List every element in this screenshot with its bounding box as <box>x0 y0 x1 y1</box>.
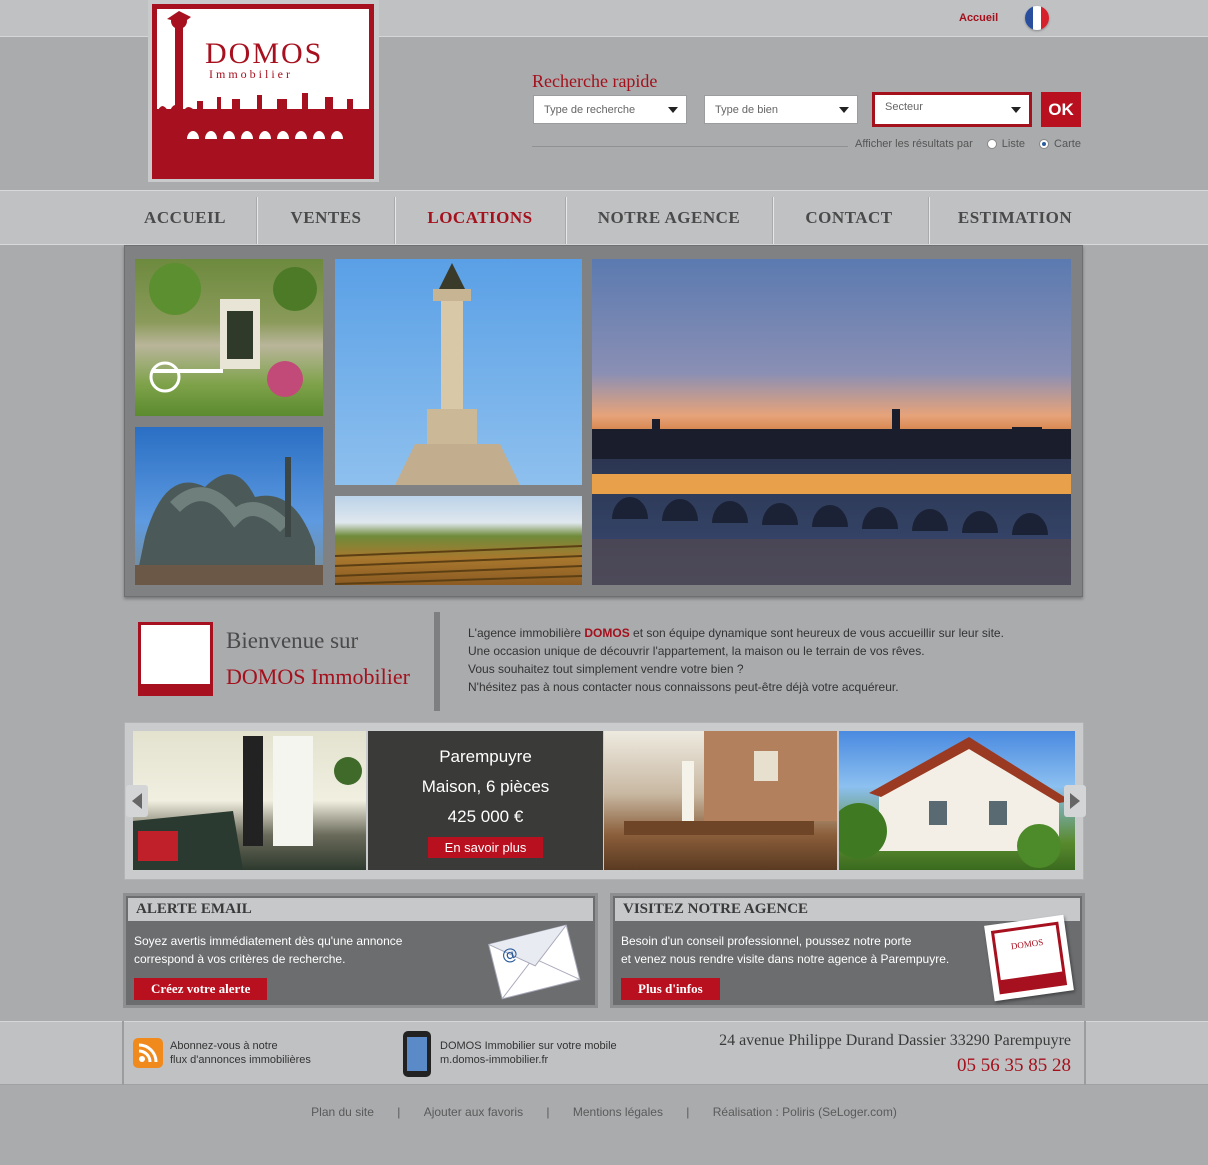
welcome-text-1b: et son équipe dynamique sont heureux de … <box>629 626 1004 640</box>
search-ok-button[interactable]: OK <box>1041 92 1081 127</box>
email-alert-text-1: Soyez avertis immédiatement dès qu'une a… <box>134 934 403 948</box>
welcome-text: L'agence immobilière DOMOS et son équipe… <box>468 624 1004 696</box>
property-type-select[interactable]: Type de bien <box>704 95 858 124</box>
nav-estimation[interactable]: ESTIMATION <box>940 191 1090 244</box>
photo-vineyard <box>335 496 582 585</box>
mobile-url[interactable]: m.domos-immobilier.fr <box>440 1053 617 1067</box>
search-type-select[interactable]: Type de recherche <box>533 95 687 124</box>
welcome-text-1a: L'agence immobilière <box>468 626 585 640</box>
nav-ventes[interactable]: VENTES <box>268 191 384 244</box>
logo-illustration <box>157 11 369 153</box>
visit-agency-text-1: Besoin d'un conseil professionnel, pouss… <box>621 934 912 948</box>
agency-card-icon: DOMOS <box>984 914 1074 1002</box>
email-alert-text: Soyez avertis immédiatement dès qu'une a… <box>134 932 402 968</box>
nav-separator <box>395 197 396 244</box>
listing-info-panel: Parempuyre Maison, 6 pièces 425 000 € En… <box>368 731 603 870</box>
envelope-icon: @ <box>488 924 581 1000</box>
property-type-value: Type de bien <box>715 104 778 116</box>
footer-divider <box>122 1021 124 1085</box>
chevron-right-icon <box>1070 793 1080 809</box>
footer-link-legal[interactable]: Mentions légales <box>573 1105 663 1119</box>
display-options: Afficher les résultats par Liste Carte <box>855 138 1081 150</box>
welcome-text-3: Vous souhaitez tout simplement vendre vo… <box>468 662 744 676</box>
sector-select[interactable]: Secteur <box>872 92 1032 127</box>
nav-separator <box>566 197 567 244</box>
top-home-link[interactable]: Accueil <box>959 12 998 24</box>
welcome-text-4: N'hésitez pas à nous contacter nous conn… <box>468 680 899 694</box>
footer-sep: | <box>546 1105 550 1119</box>
radio-list-label[interactable]: Liste <box>1002 138 1025 150</box>
photo-living-room[interactable] <box>133 731 366 870</box>
radio-map[interactable] <box>1039 139 1050 149</box>
nav-separator <box>773 197 774 244</box>
rss-icon[interactable] <box>133 1038 163 1068</box>
agency-card-text: DOMOS <box>994 924 1063 981</box>
visit-agency-text-2: et venez nous rendre visite dans notre a… <box>621 952 950 966</box>
search-type-value: Type de recherche <box>544 104 636 116</box>
photo-statue <box>135 427 323 585</box>
footer-sep: | <box>397 1105 401 1119</box>
photo-bridge <box>592 259 1071 585</box>
welcome-divider <box>434 612 440 711</box>
display-label: Afficher les résultats par <box>855 138 973 150</box>
welcome-title: Bienvenue sur <box>226 628 359 653</box>
listing-type: Maison, 6 pièces <box>421 777 550 796</box>
visit-agency-box: VISITEZ NOTRE AGENCE Besoin d'un conseil… <box>610 893 1085 1008</box>
radio-map-label[interactable]: Carte <box>1054 138 1081 150</box>
divider <box>532 146 848 147</box>
nav-contact[interactable]: CONTACT <box>783 191 915 244</box>
footer-divider <box>1084 1021 1086 1085</box>
rss-text-2: flux d'annonces immobilières <box>170 1054 311 1066</box>
nav-accueil[interactable]: ACCUEIL <box>130 191 240 244</box>
mobile-text-1: DOMOS Immobilier sur votre mobile <box>440 1040 617 1052</box>
footer-link-sitemap[interactable]: Plan du site <box>311 1105 374 1119</box>
agency-address: 24 avenue Philippe Durand Dassier 33290 … <box>719 1032 1071 1049</box>
visit-agency-text: Besoin d'un conseil professionnel, pouss… <box>621 932 949 968</box>
footer-links: Plan du site | Ajouter aux favoris | Men… <box>0 1105 1208 1119</box>
visit-agency-title: VISITEZ NOTRE AGENCE <box>615 898 1080 921</box>
create-alert-button[interactable]: Créez votre alerte <box>134 978 268 1000</box>
chevron-down-icon <box>1011 107 1021 113</box>
nav-separator <box>257 197 258 244</box>
mobile-phone-icon <box>403 1031 431 1077</box>
nav-notre-agence[interactable]: NOTRE AGENCE <box>576 191 762 244</box>
photo-gallery <box>124 245 1083 597</box>
chevron-left-icon <box>132 793 142 809</box>
carousel-next-button[interactable] <box>1064 785 1086 817</box>
chevron-down-icon <box>839 107 849 113</box>
french-flag-icon[interactable] <box>1025 6 1049 30</box>
mobile-text[interactable]: DOMOS Immobilier sur votre mobile m.domo… <box>440 1039 617 1067</box>
radio-list[interactable] <box>986 139 997 149</box>
sector-value: Secteur <box>885 101 923 113</box>
quick-search-title: Recherche rapide <box>532 71 658 91</box>
carousel-prev-button[interactable] <box>126 785 148 817</box>
more-info-button[interactable]: En savoir plus <box>427 837 544 858</box>
nav-locations[interactable]: LOCATIONS <box>405 191 555 244</box>
photo-dining-room[interactable] <box>604 731 837 870</box>
photo-garden <box>135 259 323 416</box>
nav-separator <box>929 197 930 244</box>
welcome-brand: DOMOS Immobilier <box>226 664 410 689</box>
welcome-logo <box>138 622 213 696</box>
welcome-brand-inline: DOMOS <box>584 626 630 640</box>
footer-link-credits[interactable]: Réalisation : Poliris (SeLoger.com) <box>713 1105 897 1119</box>
listing-city: Parempuyre <box>439 747 532 766</box>
agency-phone: 05 56 35 85 28 <box>957 1055 1071 1076</box>
site-logo[interactable]: DOMOS Immobilier <box>148 0 379 182</box>
photo-column <box>335 259 582 485</box>
email-alert-box: ALERTE EMAIL Soyez avertis immédiatement… <box>123 893 598 1008</box>
email-alert-text-2: correspond à vos critères de recherche. <box>134 952 346 966</box>
main-nav: ACCUEIL VENTES LOCATIONS NOTRE AGENCE CO… <box>0 190 1208 245</box>
chevron-down-icon <box>668 107 678 113</box>
photo-house[interactable] <box>839 731 1075 870</box>
more-info-agency-button[interactable]: Plus d'infos <box>621 978 720 1000</box>
rss-text-1: Abonnez-vous à notre <box>170 1040 278 1052</box>
rss-text[interactable]: Abonnez-vous à notre flux d'annonces imm… <box>170 1039 311 1067</box>
footer-sep: | <box>686 1105 690 1119</box>
listing-price: 425 000 € <box>447 807 524 826</box>
footer-link-favorites[interactable]: Ajouter aux favoris <box>424 1105 523 1119</box>
welcome-text-2: Une occasion unique de découvrir l'appar… <box>468 644 925 658</box>
